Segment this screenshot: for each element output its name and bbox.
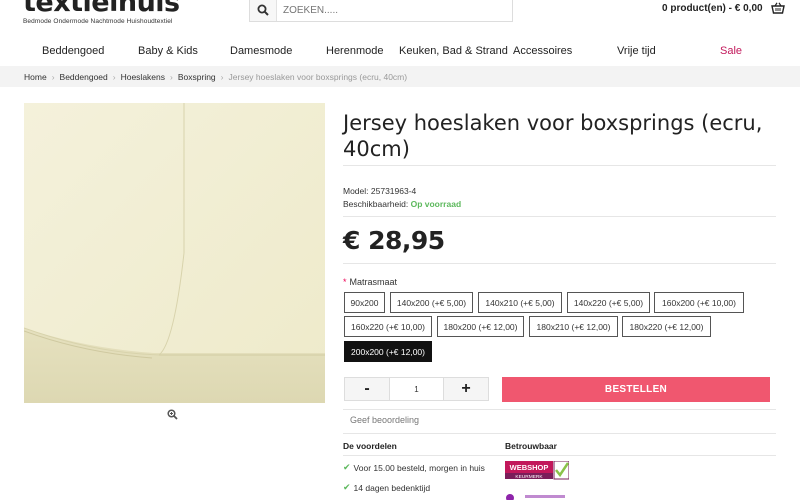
second-trust-logo[interactable]: [505, 492, 575, 500]
breadcrumb-home[interactable]: Home: [24, 72, 47, 82]
write-review-link[interactable]: Geef beoordeling: [350, 415, 419, 425]
check-icon: ✔: [343, 462, 351, 472]
breadcrumb-beddengoed[interactable]: Beddengoed: [60, 72, 108, 82]
breadcrumb-current: Jersey hoeslaken voor boxsprings (ecru, …: [228, 71, 408, 82]
size-option-140x210[interactable]: 140x210 (+€ 5,00): [478, 292, 562, 313]
breadcrumb: Home › Beddengoed › Hoeslakens › Boxspri…: [0, 66, 800, 87]
search-bar: [249, 0, 513, 22]
product-image[interactable]: [24, 103, 325, 403]
main-nav: Beddengoed Baby & Kids Damesmode Herenmo…: [0, 45, 800, 61]
nav-item-keuken-bad-strand[interactable]: Keuken, Bad & Strand: [399, 45, 508, 57]
quantity-increase-button[interactable]: +: [444, 378, 488, 400]
breadcrumb-boxspring[interactable]: Boxspring: [178, 72, 216, 82]
benefit-text: 14 dagen bedenktijd: [353, 482, 431, 493]
fitted-sheet-illustration: [24, 103, 325, 403]
benefit-item: ✔ Voor 15.00 besteld, morgen in huis: [343, 462, 485, 473]
nav-item-herenmode[interactable]: Herenmode: [326, 45, 383, 57]
size-option-90x200[interactable]: 90x200: [344, 292, 385, 313]
size-option-180x210[interactable]: 180x210 (+€ 12,00): [529, 316, 618, 337]
badge-subtext: KEURMERK: [515, 474, 543, 480]
option-label-text: Matrasmaat: [349, 277, 398, 287]
search-input[interactable]: [277, 0, 507, 20]
availability-label: Beschikbaarheid:: [343, 199, 409, 209]
divider: [343, 263, 776, 264]
size-option-160x200[interactable]: 160x200 (+€ 10,00): [654, 292, 744, 313]
nav-item-vrije-tijd[interactable]: Vrije tijd: [617, 45, 656, 57]
quantity-decrease-button[interactable]: -: [345, 378, 389, 400]
cart-summary: 0 product(en) - € 0,00: [662, 2, 763, 14]
nav-item-sale[interactable]: Sale: [720, 45, 742, 57]
basket-icon: [770, 2, 785, 14]
divider: [343, 455, 776, 456]
nav-item-damesmode[interactable]: Damesmode: [230, 45, 292, 57]
breadcrumb-separator: ›: [51, 71, 55, 82]
logo-tagline: Bedmode Ondermode Nachtmode Huishoudtext…: [23, 18, 173, 25]
trust-heading: Betrouwbaar: [505, 441, 557, 451]
logo[interactable]: textielhuis Bedmode Ondermode Nachtmode …: [23, 0, 180, 25]
search-button[interactable]: [250, 0, 277, 21]
benefit-item: ✔ 14 dagen bedenktijd: [343, 482, 430, 493]
product-price: € 28,95: [343, 226, 445, 255]
product-title: Jersey hoeslaken voor boxsprings (ecru, …: [343, 111, 763, 161]
model-label: Model:: [343, 186, 369, 196]
nav-item-baby-kids[interactable]: Baby & Kids: [138, 45, 198, 57]
size-option-140x200[interactable]: 140x200 (+€ 5,00): [390, 292, 473, 313]
order-button[interactable]: BESTELLEN: [502, 377, 770, 402]
size-option-160x220[interactable]: 160x220 (+€ 10,00): [344, 316, 432, 337]
logo-text: textielhuis: [23, 0, 180, 18]
divider: [343, 216, 776, 217]
size-option-200x200-selected[interactable]: 200x200 (+€ 12,00): [344, 341, 432, 362]
benefits-heading: De voordelen: [343, 441, 397, 451]
benefit-text: Voor 15.00 besteld, morgen in huis: [353, 462, 485, 473]
check-icon: ✔: [343, 482, 351, 492]
availability-row: Beschikbaarheid: Op voorraad: [343, 198, 461, 211]
product-meta: Model: 25731963-4 Beschikbaarheid: Op vo…: [343, 185, 461, 211]
webshop-keurmerk-logo[interactable]: WEBSHOP KEURMERK: [505, 461, 569, 483]
divider: [343, 165, 776, 166]
badge-text: WEBSHOP: [510, 463, 549, 472]
size-option-180x200[interactable]: 180x200 (+€ 12,00): [437, 316, 524, 337]
cart[interactable]: 0 product(en) - € 0,00: [662, 2, 785, 14]
size-option-140x220[interactable]: 140x220 (+€ 5,00): [567, 292, 650, 313]
option-label: * Matrasmaat: [343, 277, 397, 287]
availability-status: Op voorraad: [410, 199, 462, 209]
divider: [343, 433, 776, 434]
breadcrumb-separator: ›: [112, 71, 116, 82]
nav-item-accessoires[interactable]: Accessoires: [513, 45, 572, 57]
size-option-180x220[interactable]: 180x220 (+€ 12,00): [622, 316, 711, 337]
model-value: 25731963-4: [370, 186, 417, 196]
required-mark: *: [343, 277, 347, 287]
search-icon: [257, 4, 269, 16]
divider: [343, 409, 776, 410]
breadcrumb-separator: ›: [170, 71, 173, 82]
breadcrumb-hoeslakens[interactable]: Hoeslakens: [121, 72, 165, 82]
breadcrumb-separator: ›: [220, 71, 224, 82]
quantity-input[interactable]: 1: [389, 378, 444, 400]
zoom-icon[interactable]: [167, 409, 178, 420]
nav-item-beddengoed[interactable]: Beddengoed: [42, 45, 104, 57]
model-row: Model: 25731963-4: [343, 185, 461, 198]
quantity-stepper: - 1 +: [344, 377, 489, 401]
